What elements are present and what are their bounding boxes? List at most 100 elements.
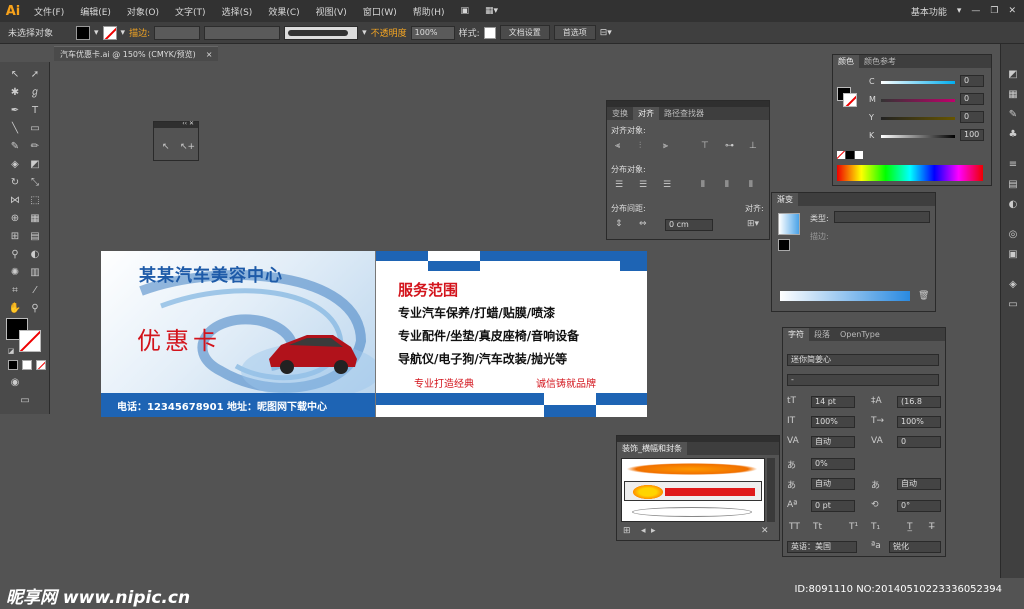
tab-color[interactable]: 颜色: [833, 55, 859, 68]
menu-help[interactable]: 帮助(H): [405, 5, 453, 18]
fill-chevron-icon[interactable]: ▾: [94, 28, 99, 38]
panel-menu-icon[interactable]: ⊟▾: [600, 28, 612, 38]
vertical-scale-input[interactable]: 100%: [811, 416, 855, 428]
distribute-left-icon[interactable]: ⫴: [701, 180, 705, 190]
eraser-tool-icon[interactable]: ◩: [28, 158, 42, 172]
tab-gradient[interactable]: 渐变: [772, 193, 798, 206]
brush-item-explosion[interactable]: [626, 463, 758, 475]
brush-library-close-icon[interactable]: ✕: [761, 526, 769, 536]
rectangle-tool-icon[interactable]: ▭: [28, 122, 42, 136]
leading-input[interactable]: (16.8: [897, 396, 941, 408]
pen-tool-icon[interactable]: ✒: [8, 104, 22, 118]
type-tool-icon[interactable]: T: [28, 104, 42, 118]
char-rotation-input[interactable]: 0°: [897, 500, 941, 512]
anti-alias-dropdown[interactable]: 锐化: [889, 541, 941, 553]
distribute-bottom-icon[interactable]: ☰: [663, 180, 671, 190]
slice-tool-icon[interactable]: ⁄: [28, 284, 42, 298]
free-transform-tool-icon[interactable]: ⬚: [28, 194, 42, 208]
none-swatch[interactable]: [837, 151, 845, 159]
horizontal-spacing-icon[interactable]: ⇔: [639, 219, 647, 229]
direct-selection-tool-icon[interactable]: ➚: [28, 68, 42, 82]
tracking-input[interactable]: 0: [897, 436, 941, 448]
strikethrough-icon[interactable]: T̶: [929, 522, 935, 532]
mesh-tool-icon[interactable]: ⊞: [8, 230, 22, 244]
tsume-input[interactable]: 0%: [811, 458, 855, 470]
channel-k-slider[interactable]: [881, 135, 955, 138]
font-family-dropdown[interactable]: 迷你简姜心: [787, 354, 939, 366]
rotate-tool-icon[interactable]: ↻: [8, 176, 22, 190]
gradient-ramp[interactable]: [780, 291, 910, 301]
brush-definition-dropdown[interactable]: [284, 25, 359, 40]
stroke-dock-icon[interactable]: ≡: [1006, 158, 1020, 172]
document-tab[interactable]: 汽车优惠卡.ai @ 150% (CMYK/预览) ×: [54, 46, 219, 61]
align-right-icon[interactable]: ⫸: [663, 141, 668, 151]
font-size-input[interactable]: 14 pt: [811, 396, 855, 408]
column-graph-tool-icon[interactable]: ▥: [28, 266, 42, 280]
none-mode-button[interactable]: [36, 360, 46, 370]
distribute-right-icon[interactable]: ⫴: [749, 180, 753, 190]
hand-tool-icon[interactable]: ✋: [8, 302, 22, 316]
aki-right-input[interactable]: 自动: [897, 478, 941, 490]
gradient-fill-box[interactable]: [778, 239, 790, 251]
selection-tool-icon[interactable]: ↖: [8, 68, 22, 82]
scale-tool-icon[interactable]: ⤡: [28, 176, 42, 190]
tab-opentype[interactable]: OpenType: [835, 330, 885, 339]
brush-list-scrollbar[interactable]: [767, 458, 775, 522]
appearance-dock-icon[interactable]: ◎: [1006, 228, 1020, 242]
menu-view[interactable]: 视图(V): [308, 5, 355, 18]
vertical-spacing-icon[interactable]: ⇕: [615, 219, 623, 229]
workspace-chevron-icon[interactable]: ▾: [957, 6, 962, 16]
artboard-tool-icon[interactable]: ⌗: [8, 284, 22, 298]
menu-object[interactable]: 对象(O): [119, 5, 167, 18]
color-spectrum[interactable]: [837, 165, 983, 181]
distribute-hcenter-icon[interactable]: ⫴: [725, 180, 729, 190]
underline-icon[interactable]: T̲: [907, 522, 913, 532]
menu-select[interactable]: 选择(S): [214, 5, 261, 18]
brush-next-icon[interactable]: ▸: [651, 526, 656, 536]
channel-c-slider[interactable]: [881, 81, 955, 84]
menu-edit[interactable]: 编辑(E): [72, 5, 119, 18]
direct-select-plus-icon[interactable]: ↖+: [180, 142, 195, 152]
menu-file[interactable]: 文件(F): [26, 5, 72, 18]
baseline-shift-input[interactable]: 0 pt: [811, 500, 855, 512]
style-swatch[interactable]: [483, 26, 496, 39]
layers-dock-icon[interactable]: ◈: [1006, 278, 1020, 292]
color-panel-dock-icon[interactable]: ◩: [1006, 68, 1020, 82]
kerning-input[interactable]: 自动: [811, 436, 855, 448]
brush-prev-icon[interactable]: ◂: [641, 526, 646, 536]
gradient-type-dropdown[interactable]: [834, 211, 930, 223]
channel-y-input[interactable]: 0: [960, 111, 984, 123]
pencil-tool-icon[interactable]: ✏: [28, 140, 42, 154]
tab-paragraph[interactable]: 段落: [809, 329, 835, 340]
brush-item-ellipse[interactable]: [632, 507, 752, 517]
align-vcenter-icon[interactable]: ⊶: [725, 141, 734, 151]
artboards-dock-icon[interactable]: ▭: [1006, 298, 1020, 312]
aki-left-input[interactable]: 自动: [811, 478, 855, 490]
lasso-tool-icon[interactable]: ℊ: [28, 86, 42, 100]
brush-item-banner[interactable]: [624, 481, 762, 501]
align-top-icon[interactable]: ⊤: [701, 141, 709, 151]
gradient-tool-icon[interactable]: ▤: [28, 230, 42, 244]
arrange-icon[interactable]: ▦▾: [477, 6, 506, 16]
spacing-input[interactable]: 0 cm: [665, 219, 713, 231]
tab-close-icon[interactable]: ×: [206, 50, 213, 59]
color-stroke-swatch[interactable]: [843, 93, 857, 107]
menu-type[interactable]: 文字(T): [167, 5, 214, 18]
brushes-dock-icon[interactable]: ✎: [1006, 108, 1020, 122]
symbols-dock-icon[interactable]: ♣: [1006, 128, 1020, 142]
align-hcenter-icon[interactable]: ⫶: [639, 141, 641, 151]
gradient-mode-button[interactable]: [22, 360, 32, 370]
channel-y-slider[interactable]: [881, 117, 955, 120]
zoom-tool-icon[interactable]: ⚲: [28, 302, 42, 316]
tab-transform[interactable]: 变换: [607, 108, 633, 119]
menu-effect[interactable]: 效果(C): [260, 5, 307, 18]
opacity-label[interactable]: 不透明度: [371, 26, 407, 39]
font-style-dropdown[interactable]: -: [787, 374, 939, 386]
paintbrush-tool-icon[interactable]: ✎: [8, 140, 22, 154]
tab-align[interactable]: 对齐: [633, 107, 659, 120]
graphic-styles-dock-icon[interactable]: ▣: [1006, 248, 1020, 262]
stroke-chevron-icon[interactable]: ▾: [121, 28, 126, 38]
swatches-dock-icon[interactable]: ▦: [1006, 88, 1020, 102]
align-to-dropdown-icon[interactable]: ⊞▾: [747, 219, 759, 229]
channel-m-input[interactable]: 0: [960, 93, 984, 105]
